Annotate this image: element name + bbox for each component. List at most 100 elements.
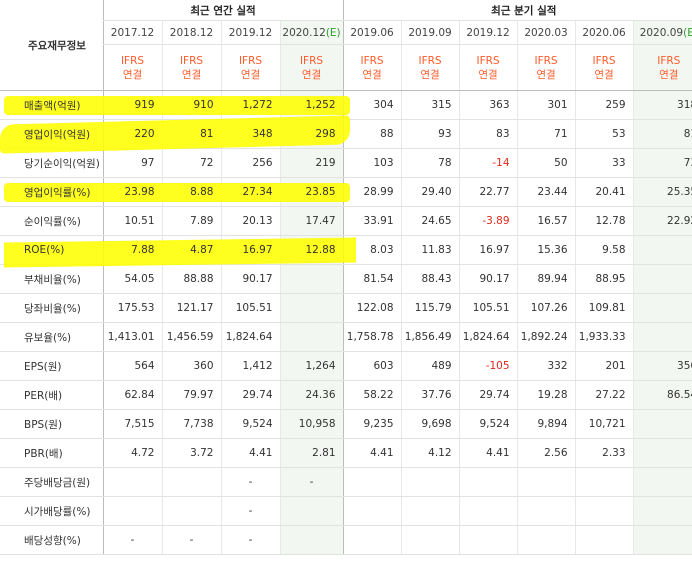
value-cell: 90.17 — [458, 264, 518, 294]
period-header-row: 2017.12 2018.12 2019.12 2020.12(E) 2019.06 20… — [0, 20, 692, 45]
value-cell — [632, 264, 692, 294]
value-cell: 175.53 — [102, 293, 162, 323]
value-cell — [632, 409, 692, 439]
value-cell: -105 — [458, 351, 518, 381]
value-cell: 81 — [632, 119, 692, 149]
row-label: 시가배당률(%) — [0, 496, 103, 526]
row-label: 부채비율(%) — [0, 264, 103, 294]
value-cell: - — [279, 467, 344, 497]
value-cell: 2.33 — [574, 438, 634, 468]
value-cell — [279, 525, 344, 555]
value-cell: 24.65 — [400, 206, 460, 236]
value-cell: 2.81 — [279, 438, 344, 468]
financial-row: 영업이익(억원)22081348298889383715381 — [0, 119, 692, 149]
value-cell — [400, 525, 460, 555]
value-cell: 22.92 — [632, 206, 692, 236]
ifrs-consolidated-badge: IFRS 연결 — [632, 44, 692, 91]
value-cell: 17.47 — [279, 206, 344, 236]
value-cell — [574, 496, 634, 526]
value-cell: 122.08 — [342, 293, 402, 323]
ifrs-consolidated-badge: IFRS 연결 — [458, 44, 518, 91]
value-cell: 78 — [400, 148, 460, 178]
value-cell: 4.12 — [400, 438, 460, 468]
value-cell: 7,738 — [161, 409, 221, 439]
period-label: 2020.12 — [282, 26, 326, 39]
row-label: 영업이익(억원) — [0, 119, 103, 149]
ifrs-label: IFRS — [534, 54, 558, 67]
row-header-label: 주요재무정보 — [0, 0, 103, 91]
value-cell — [632, 438, 692, 468]
consolidated-label: 연결 — [659, 68, 679, 81]
period-label: 2020.06 — [582, 26, 626, 39]
value-cell: 25.35 — [632, 177, 692, 207]
value-cell: 564 — [102, 351, 162, 381]
row-label: 매출액(억원) — [0, 90, 103, 120]
value-cell: 348 — [220, 119, 280, 149]
period-label: 2020.03 — [524, 26, 568, 39]
value-cell: 10,958 — [279, 409, 344, 439]
value-cell: 315 — [400, 90, 460, 120]
value-cell: 105.51 — [220, 293, 280, 323]
ifrs-label: IFRS — [360, 54, 384, 67]
consolidated-label: 연결 — [478, 68, 498, 81]
ifrs-consolidated-badge: IFRS 연결 — [516, 44, 576, 91]
financial-row: 배당성향(%) - - - — [0, 525, 692, 555]
value-cell: 4.87 — [161, 235, 221, 265]
value-cell: 298 — [279, 119, 344, 149]
row-label: 당기순이익(억원) — [0, 148, 103, 178]
value-cell: 4.41 — [220, 438, 280, 468]
ifrs-consolidated-badge: IFRS 연결 — [279, 44, 344, 91]
value-cell: 23.98 — [102, 177, 162, 207]
value-cell: 58.22 — [342, 380, 402, 410]
value-cell: 9,235 — [342, 409, 402, 439]
ifrs-consolidated-badge: IFRS 연결 — [342, 44, 402, 91]
value-cell: 62.84 — [102, 380, 162, 410]
period-label: 2019.09 — [408, 26, 452, 39]
financial-row: 주당배당금(원) - - — [0, 467, 692, 497]
ifrs-label: IFRS — [476, 54, 500, 67]
ifrs-label: IFRS — [657, 54, 681, 67]
value-cell: 20.13 — [220, 206, 280, 236]
value-cell: 9,698 — [400, 409, 460, 439]
consolidated-label: 연결 — [240, 68, 261, 81]
consolidated-label: 연결 — [536, 68, 556, 81]
value-cell: 360 — [161, 351, 221, 381]
value-cell: 356 — [632, 351, 692, 381]
value-cell: 88 — [342, 119, 402, 149]
value-cell: 22.77 — [458, 177, 518, 207]
period-header: 2020.06 — [574, 20, 634, 45]
value-cell: 3.72 — [161, 438, 221, 468]
financial-row: 부채비율(%) 54.05 88.88 90.17 81.54 88.43 90.17 89.… — [0, 264, 692, 294]
value-cell: 29.40 — [400, 177, 460, 207]
value-cell: 33 — [574, 148, 634, 178]
value-cell — [279, 293, 344, 323]
value-cell — [516, 496, 576, 526]
value-cell: 93 — [400, 119, 460, 149]
value-cell: 7.89 — [161, 206, 221, 236]
value-cell: 86.54 — [632, 380, 692, 410]
value-cell: 72 — [161, 148, 221, 178]
value-cell — [458, 525, 518, 555]
row-label: EPS(원) — [0, 351, 103, 381]
value-cell — [342, 496, 402, 526]
value-cell: 1,252 — [279, 90, 344, 120]
value-cell: 318 — [632, 90, 692, 120]
period-header: 2020.09(E) — [632, 20, 692, 45]
value-cell: 54.05 — [102, 264, 162, 294]
ifrs-consolidated-badge: IFRS 연결 — [161, 44, 221, 91]
value-cell: 1,412 — [220, 351, 280, 381]
value-cell: 9,524 — [220, 409, 280, 439]
period-header: 2019.06 — [342, 20, 402, 45]
value-cell: 1,892.24 — [516, 322, 576, 352]
financial-row: 시가배당률(%) - — [0, 496, 692, 526]
value-cell: 9.58 — [574, 235, 634, 265]
value-cell: 50 — [516, 148, 576, 178]
value-cell: 33.91 — [342, 206, 402, 236]
ifrs-consolidated-badge: IFRS 연결 — [400, 44, 460, 91]
value-cell — [632, 525, 692, 555]
period-header: 2019.12 — [458, 20, 518, 45]
value-cell: - — [161, 525, 221, 555]
value-cell: 256 — [220, 148, 280, 178]
ifrs-label: IFRS — [299, 54, 324, 67]
row-label: 주당배당금(원) — [0, 467, 103, 497]
